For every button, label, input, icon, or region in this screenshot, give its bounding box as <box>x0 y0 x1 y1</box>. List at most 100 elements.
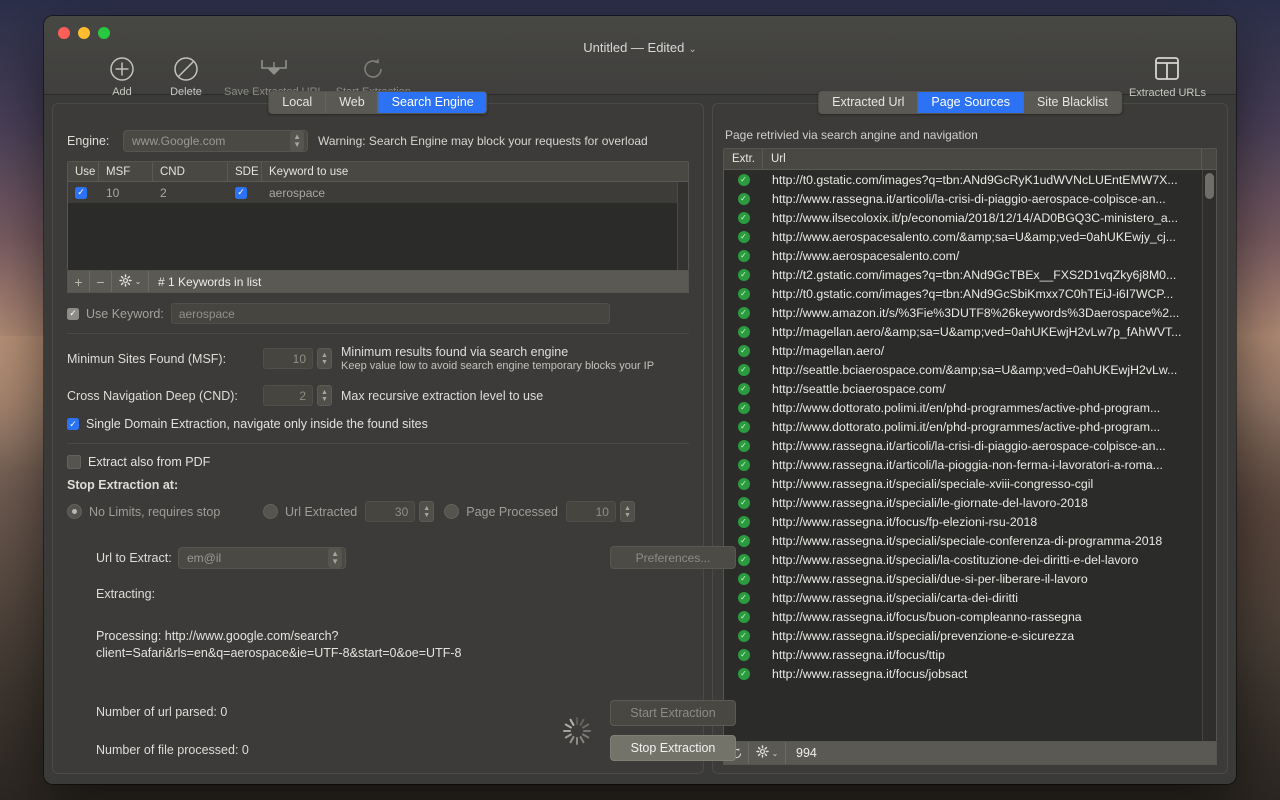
tab-extracted-url[interactable]: Extracted Url <box>819 92 918 113</box>
keywords-table-scrollbar[interactable] <box>677 182 688 270</box>
extract-pdf-row[interactable]: Extract also from PDF <box>67 455 689 469</box>
use-keyword-checkbox[interactable]: ✓ <box>67 308 79 320</box>
maximize-button[interactable] <box>98 27 110 39</box>
tab-site-blacklist[interactable]: Site Blacklist <box>1024 92 1121 113</box>
table-row[interactable]: ✓http://www.rassegna.it/speciali/carta-d… <box>724 588 1216 607</box>
column-url[interactable]: Url <box>763 149 1202 169</box>
single-domain-checkbox[interactable]: ✓ <box>67 418 79 430</box>
tab-web[interactable]: Web <box>326 92 378 113</box>
cnd-input[interactable]: 2 <box>263 385 313 406</box>
page-sources-actions-button[interactable]: ⌄ <box>749 742 786 764</box>
start-extraction-button[interactable]: Start Extraction <box>610 700 736 726</box>
table-row[interactable]: ✓ 10 2 ✓ aerospace <box>68 182 688 203</box>
table-row[interactable]: ✓http://seattle.bciaerospace.com/&amp;sa… <box>724 360 1216 379</box>
table-row[interactable]: ✓http://www.rassegna.it/speciali/le-gior… <box>724 493 1216 512</box>
table-row[interactable]: ✓http://www.aerospacesalento.com/ <box>724 246 1216 265</box>
row-keyword-value[interactable]: aerospace <box>262 182 688 203</box>
table-row[interactable]: ✓http://www.rassegna.it/focus/jobsact <box>724 664 1216 683</box>
stop-option-no-limits-label: No Limits, requires stop <box>89 505 220 519</box>
column-msf[interactable]: MSF <box>99 162 153 181</box>
row-sde-checkbox[interactable]: ✓ <box>228 182 262 203</box>
page-processed-stepper[interactable]: 10 ▲▼ <box>566 501 635 522</box>
table-row[interactable]: ✓http://seattle.bciaerospace.com/ <box>724 379 1216 398</box>
check-circle-icon: ✓ <box>738 554 750 566</box>
extract-pdf-checkbox[interactable] <box>67 455 81 469</box>
row-url-value: http://www.dottorato.polimi.it/en/phd-pr… <box>763 401 1216 415</box>
table-row[interactable]: ✓http://www.dottorato.polimi.it/en/phd-p… <box>724 398 1216 417</box>
tab-search-engine[interactable]: Search Engine <box>379 92 487 113</box>
table-row[interactable]: ✓http://www.rassegna.it/speciali/due-si-… <box>724 569 1216 588</box>
left-tabs[interactable]: Local Web Search Engine <box>268 91 487 114</box>
use-keyword-input[interactable]: aerospace <box>171 303 610 324</box>
preferences-button[interactable]: Preferences... <box>610 546 736 569</box>
row-msf-value[interactable]: 10 <box>99 182 153 203</box>
table-row[interactable]: ✓http://www.aerospacesalento.com/&amp;sa… <box>724 227 1216 246</box>
table-row[interactable]: ✓http://magellan.aero/ <box>724 341 1216 360</box>
add-keyword-button[interactable]: + <box>68 271 90 292</box>
msf-stepper-arrows[interactable]: ▲▼ <box>317 348 332 369</box>
stop-option-page-processed[interactable]: Page Processed <box>444 504 558 519</box>
stop-option-no-limits[interactable]: No Limits, requires stop <box>67 504 263 519</box>
table-row[interactable]: ✓http://www.rassegna.it/speciali/la-cost… <box>724 550 1216 569</box>
toolbar-delete-button[interactable]: Delete <box>154 54 218 98</box>
window-titlebar: Untitled — Edited⌄ Add Delete <box>44 16 1236 95</box>
column-cnd[interactable]: CND <box>153 162 228 181</box>
page-sources-scrollbar[interactable] <box>1202 170 1216 741</box>
minimize-button[interactable] <box>78 27 90 39</box>
tab-page-sources[interactable]: Page Sources <box>918 92 1024 113</box>
table-row[interactable]: ✓http://www.rassegna.it/focus/buon-compl… <box>724 607 1216 626</box>
toolbar-add-button[interactable]: Add <box>90 54 154 98</box>
table-row[interactable]: ✓http://magellan.aero/&amp;sa=U&amp;ved=… <box>724 322 1216 341</box>
column-spacer <box>1202 149 1216 169</box>
column-use[interactable]: Use <box>68 162 99 181</box>
msf-input[interactable]: 10 <box>263 348 313 369</box>
single-domain-row[interactable]: ✓ Single Domain Extraction, navigate onl… <box>67 417 689 431</box>
engine-select[interactable]: www.Google.com ▲▼ <box>123 130 308 152</box>
table-row[interactable]: ✓http://www.dottorato.polimi.it/en/phd-p… <box>724 417 1216 436</box>
url-extracted-input[interactable]: 30 <box>365 501 415 522</box>
toolbar-extracted-urls-button[interactable]: Extracted URLs <box>1129 54 1206 99</box>
msf-stepper[interactable]: 10 ▲▼ <box>263 348 332 369</box>
column-sde[interactable]: SDE <box>228 162 262 181</box>
check-circle-icon: ✓ <box>738 478 750 490</box>
table-row[interactable]: ✓http://t0.gstatic.com/images?q=tbn:ANd9… <box>724 170 1216 189</box>
table-row[interactable]: ✓http://www.rassegna.it/speciali/prevenz… <box>724 626 1216 645</box>
page-processed-input[interactable]: 10 <box>566 501 616 522</box>
row-url-value: http://t0.gstatic.com/images?q=tbn:ANd9G… <box>763 287 1216 301</box>
url-extracted-stepper-arrows[interactable]: ▲▼ <box>419 501 434 522</box>
row-cnd-value[interactable]: 2 <box>153 182 228 203</box>
stop-option-url-extracted[interactable]: Url Extracted <box>263 504 357 519</box>
radio-unselected-icon <box>444 504 459 519</box>
check-circle-icon: ✓ <box>738 269 750 281</box>
page-processed-stepper-arrows[interactable]: ▲▼ <box>620 501 635 522</box>
page-sources-count: 994 <box>786 746 817 760</box>
close-button[interactable] <box>58 27 70 39</box>
table-row[interactable]: ✓http://t2.gstatic.com/images?q=tbn:ANd9… <box>724 265 1216 284</box>
table-row[interactable]: ✓http://t0.gstatic.com/images?q=tbn:ANd9… <box>724 284 1216 303</box>
table-row[interactable]: ✓http://www.rassegna.it/speciali/special… <box>724 531 1216 550</box>
row-use-checkbox[interactable]: ✓ <box>68 182 99 203</box>
table-row[interactable]: ✓http://www.rassegna.it/articoli/la-cris… <box>724 189 1216 208</box>
url-to-extract-select[interactable]: em@il ▲▼ <box>178 547 346 569</box>
table-row[interactable]: ✓http://www.rassegna.it/articoli/la-piog… <box>724 455 1216 474</box>
title-chevron-down-icon[interactable]: ⌄ <box>688 44 696 55</box>
url-extracted-stepper[interactable]: 30 ▲▼ <box>365 501 434 522</box>
table-row[interactable]: ✓http://www.rassegna.it/focus/fp-elezion… <box>724 512 1216 531</box>
column-extr[interactable]: Extr. <box>724 149 763 169</box>
table-row[interactable]: ✓http://www.rassegna.it/speciali/special… <box>724 474 1216 493</box>
right-tabs[interactable]: Extracted Url Page Sources Site Blacklis… <box>818 91 1122 114</box>
stop-extraction-button[interactable]: Stop Extraction <box>610 735 736 761</box>
window-controls[interactable] <box>58 27 110 39</box>
table-row[interactable]: ✓http://www.rassegna.it/articoli/la-cris… <box>724 436 1216 455</box>
remove-keyword-button[interactable]: − <box>90 271 112 292</box>
counters-and-actions: Number of url parsed: 0 Number of file p… <box>96 700 736 761</box>
column-keyword[interactable]: Keyword to use <box>262 162 688 181</box>
scrollbar-thumb[interactable] <box>1205 173 1214 199</box>
cnd-stepper[interactable]: 2 ▲▼ <box>263 385 332 406</box>
table-row[interactable]: ✓http://www.ilsecoloxix.it/p/economia/20… <box>724 208 1216 227</box>
tab-local[interactable]: Local <box>269 92 326 113</box>
table-row[interactable]: ✓http://www.rassegna.it/focus/ttip <box>724 645 1216 664</box>
cnd-stepper-arrows[interactable]: ▲▼ <box>317 385 332 406</box>
keywords-actions-button[interactable]: ⌄ <box>112 271 149 292</box>
table-row[interactable]: ✓http://www.amazon.it/s/%3Fie%3DUTF8%26k… <box>724 303 1216 322</box>
